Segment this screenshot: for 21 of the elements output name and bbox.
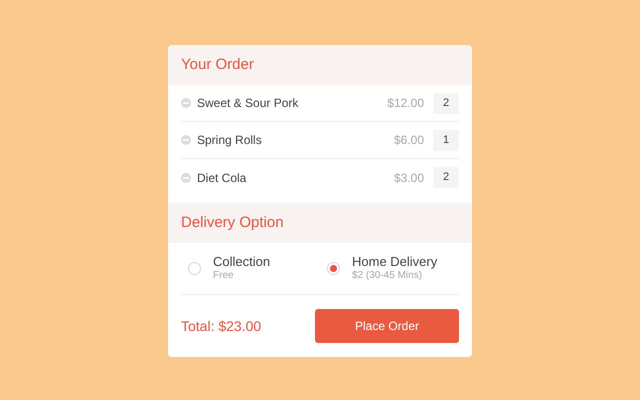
item-name: Sweet & Sour Pork	[197, 95, 298, 112]
section-title: Your Order	[181, 54, 254, 75]
option-label: Home Delivery	[352, 254, 438, 270]
section-title: Delivery Option	[181, 212, 284, 233]
quantity-field[interactable]: 1	[433, 130, 459, 150]
option-detail: Free	[213, 270, 235, 283]
radio-button[interactable]	[188, 262, 201, 275]
item-price: $6.00	[394, 132, 424, 149]
option-label: Collection	[213, 254, 270, 270]
quantity-field[interactable]: 2	[433, 167, 459, 188]
radio-button[interactable]	[327, 262, 340, 275]
remove-icon[interactable]	[181, 135, 191, 145]
item-name: Spring Rolls	[197, 132, 262, 149]
remove-icon[interactable]	[181, 172, 191, 182]
item-price: $12.00	[387, 95, 424, 112]
order-total: Total: $23.00	[181, 316, 262, 336]
quantity-field[interactable]: 2	[433, 92, 459, 114]
option-detail: $2 (30-45 Mins)	[352, 270, 424, 283]
item-price: $3.00	[394, 170, 424, 186]
item-name: Diet Cola	[197, 170, 246, 186]
remove-icon[interactable]	[181, 98, 191, 108]
